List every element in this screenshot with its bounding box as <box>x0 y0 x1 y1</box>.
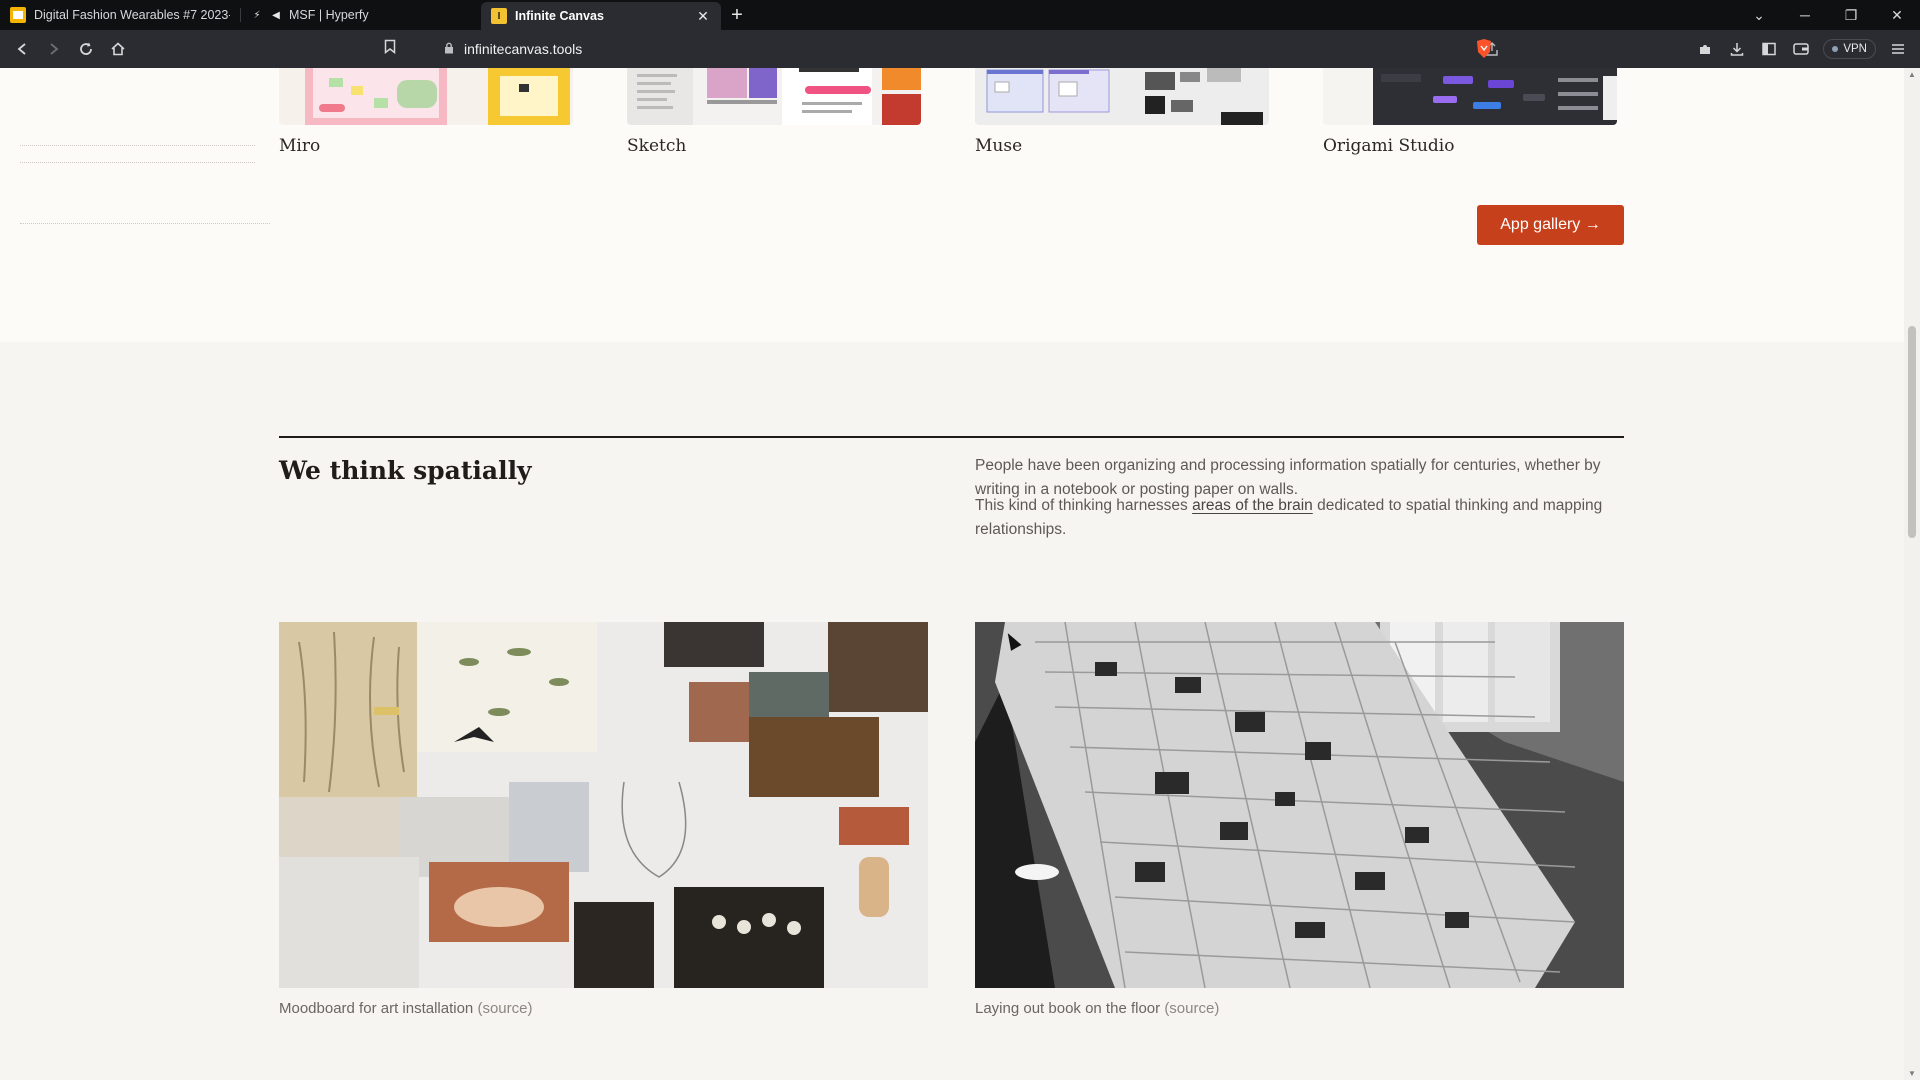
app-name[interactable]: Origami Studio <box>1323 136 1454 156</box>
downloads-icon[interactable] <box>1721 33 1753 65</box>
source-link[interactable]: (source) <box>477 1000 532 1017</box>
back-arrow-icon <box>17 43 26 55</box>
tab-infinite-canvas[interactable]: I Infinite Canvas ✕ <box>481 2 721 30</box>
vpn-status-dot <box>1832 46 1839 52</box>
app-thumbnail-muse[interactable] <box>975 68 1269 125</box>
toolbar-right-actions: VPN <box>1689 30 1920 68</box>
page-viewport: Miro Sketch Muse Origami Studio App gall… <box>0 68 1904 1080</box>
tab-strip: Digital Fashion Wearables #7 2023-4- ⚡ ◀… <box>0 0 1920 30</box>
browser-toolbar: infinitecanvas.tools VPN <box>0 30 1920 68</box>
forward-arrow-icon <box>50 43 59 55</box>
figure-caption: Moodboard for art installation (source) <box>279 1000 532 1017</box>
caption-text: Laying out book on the floor <box>975 1000 1161 1017</box>
section-paragraph-2: This kind of thinking harnesses areas of… <box>975 494 1625 542</box>
window-controls: ⌄ ─ ❐ ✕ <box>1736 0 1920 30</box>
figure-caption: Laying out book on the floor (source) <box>975 1000 1219 1017</box>
minimize-button[interactable]: ─ <box>1782 0 1828 30</box>
letter-i-icon: I <box>491 8 507 24</box>
close-window-button[interactable]: ✕ <box>1874 0 1920 30</box>
tab-search-chevron-icon[interactable]: ⌄ <box>1736 0 1782 30</box>
app-thumbnail-sketch[interactable] <box>627 68 921 125</box>
tab-title: Digital Fashion Wearables #7 2023-4- <box>34 8 230 22</box>
lock-icon[interactable] <box>444 42 454 57</box>
scrollbar-thumb[interactable] <box>1908 326 1916 538</box>
section-divider <box>279 436 1624 438</box>
moodboard-photo <box>279 622 928 988</box>
paragraph-text: This kind of thinking harnesses <box>975 497 1193 514</box>
forward-button[interactable] <box>38 33 70 65</box>
bookmark-icon[interactable] <box>384 39 396 59</box>
source-link[interactable]: (source) <box>1164 1000 1219 1017</box>
tab-hyperfy[interactable]: ⚡ ◀ MSF | Hyperfy <box>241 0 481 30</box>
section-heading: We think spatially <box>279 456 532 485</box>
app-name[interactable]: Miro <box>279 136 320 156</box>
speaker-muted-icon[interactable]: ◀ <box>269 7 283 23</box>
app-name[interactable]: Sketch <box>627 136 686 156</box>
scroll-up-arrow-icon[interactable]: ▲ <box>1907 70 1917 79</box>
tab-digital-fashion[interactable]: Digital Fashion Wearables #7 2023-4- <box>0 0 240 30</box>
vpn-label: VPN <box>1843 43 1867 55</box>
book-floor-photo <box>975 622 1624 988</box>
restore-button[interactable]: ❐ <box>1828 0 1874 30</box>
back-button[interactable] <box>6 33 38 65</box>
vpn-button[interactable]: VPN <box>1823 39 1876 59</box>
tab-title: MSF | Hyperfy <box>289 8 369 22</box>
menu-hamburger-icon[interactable] <box>1882 33 1914 65</box>
sidebar-toggle-icon[interactable] <box>1753 33 1785 65</box>
scroll-down-arrow-icon[interactable]: ▼ <box>1907 1069 1917 1078</box>
home-button[interactable] <box>102 33 134 65</box>
bolt-icon: ⚡ <box>253 9 261 21</box>
address-bar[interactable]: infinitecanvas.tools <box>384 34 1500 64</box>
areas-of-brain-link[interactable]: areas of the brain <box>1192 497 1313 514</box>
slides-icon <box>10 7 26 23</box>
url-text[interactable]: infinitecanvas.tools <box>464 41 582 57</box>
app-thumbnail-miro[interactable] <box>279 68 573 125</box>
home-icon <box>111 42 125 56</box>
reload-icon <box>80 42 92 55</box>
decorative-dotted-line <box>20 223 270 225</box>
page-scrollbar[interactable]: ▲ ▼ <box>1904 68 1920 1080</box>
decorative-dotted-line <box>20 145 255 147</box>
new-tab-button[interactable]: + <box>721 0 753 30</box>
app-thumbnail-origami[interactable] <box>1323 68 1617 125</box>
app-gallery-button[interactable]: App gallery → <box>1477 205 1624 245</box>
reload-button[interactable] <box>70 33 102 65</box>
close-tab-icon[interactable]: ✕ <box>695 8 711 24</box>
caption-text: Moodboard for art installation <box>279 1000 474 1017</box>
extensions-puzzle-icon[interactable] <box>1689 33 1721 65</box>
decorative-dotted-line <box>20 162 255 164</box>
tab-title: Infinite Canvas <box>515 9 604 23</box>
app-name[interactable]: Muse <box>975 136 1022 156</box>
wallet-icon[interactable] <box>1785 33 1817 65</box>
brave-shield-icon[interactable] <box>1474 38 1494 60</box>
